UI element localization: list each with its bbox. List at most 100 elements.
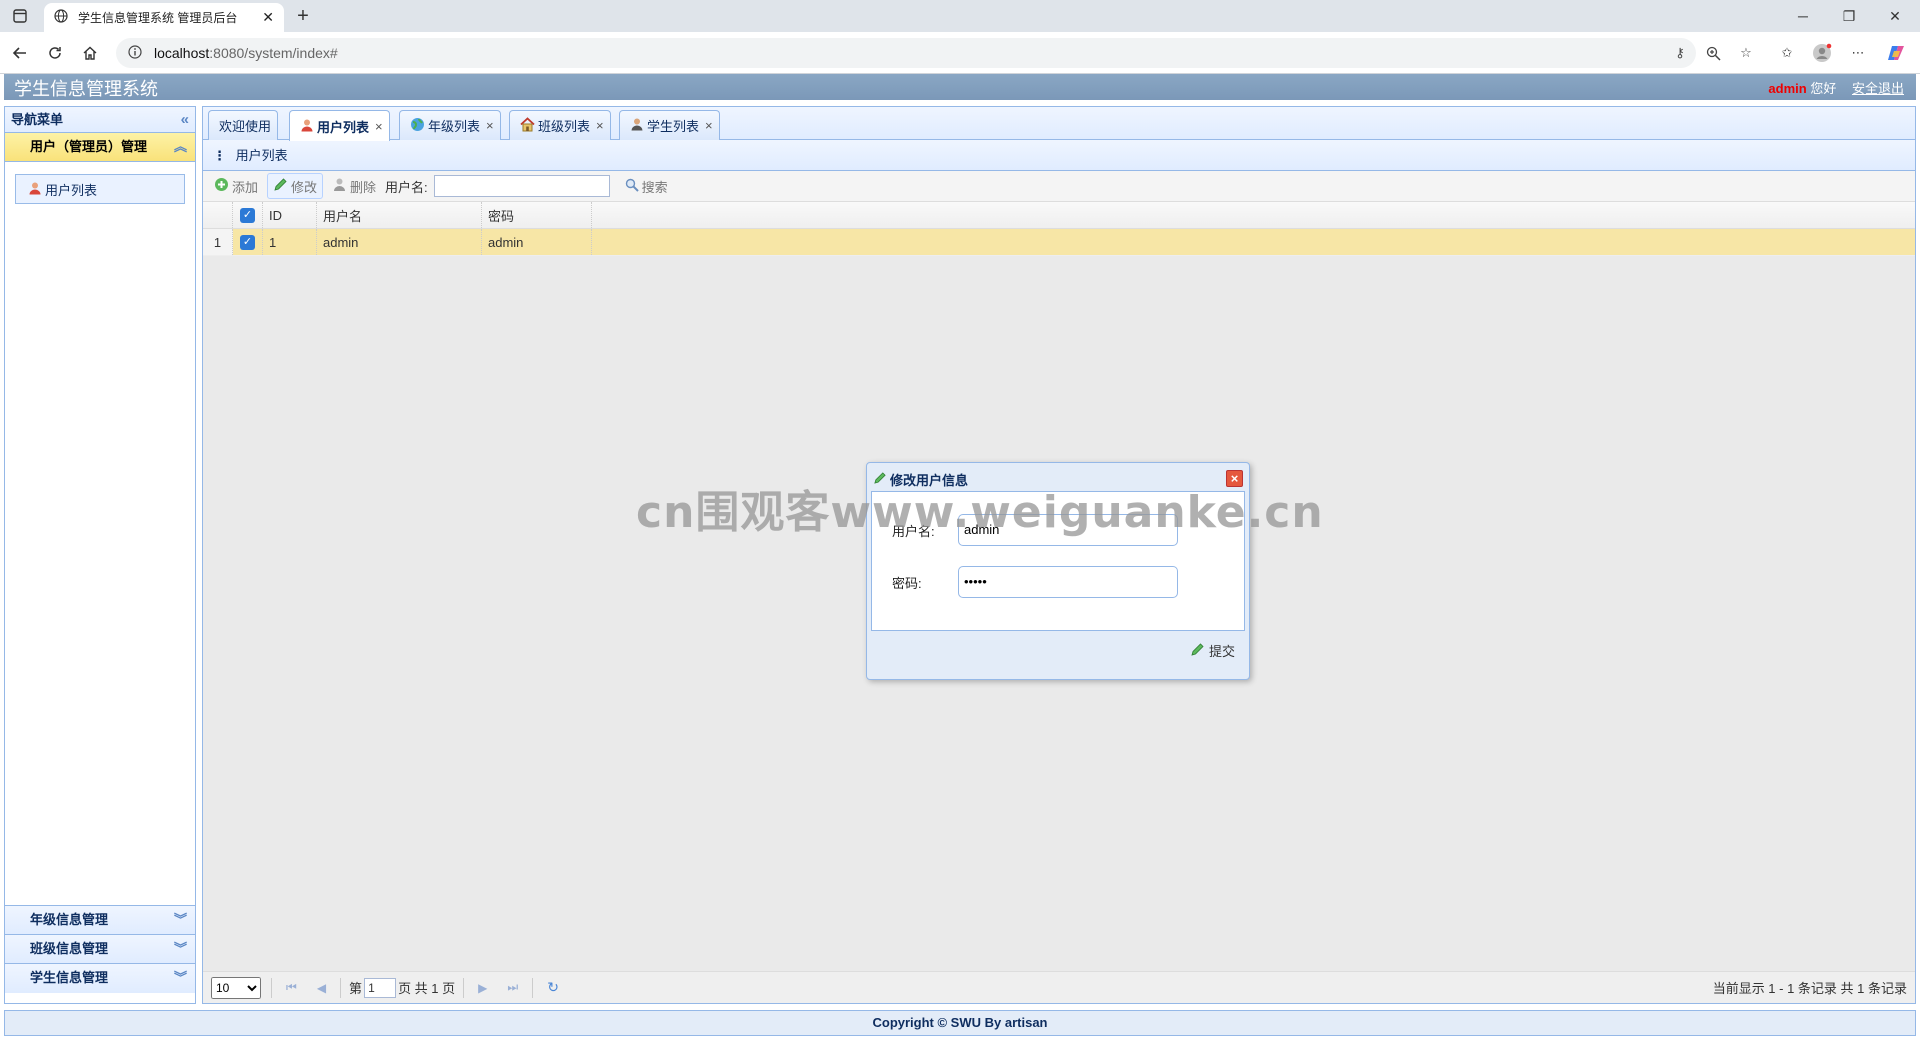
copilot-icon[interactable] [1884, 41, 1908, 65]
cell-id: 1 [263, 229, 317, 255]
profile-avatar-icon[interactable] [1810, 41, 1834, 65]
search-icon [625, 178, 639, 195]
favorite-star-icon[interactable]: ☆ [1734, 41, 1758, 65]
submit-button[interactable]: 提交 [1190, 641, 1235, 660]
edit-button[interactable]: 修改 [267, 173, 324, 199]
column-header-username[interactable]: 用户名 [317, 202, 482, 228]
nav-section-users[interactable]: 用户（管理员）管理 ︽ [5, 133, 195, 162]
row-number: 1 [203, 229, 233, 255]
greeting: 您好 [1810, 81, 1837, 96]
address-bar[interactable]: localhost:8080/system/index# [116, 38, 1696, 68]
url-text: localhost:8080/system/index# [154, 45, 338, 61]
cell-password: admin [482, 229, 592, 255]
minimize-icon[interactable]: ─ [1780, 0, 1826, 32]
restore-icon[interactable]: ❐ [1826, 0, 1872, 32]
tab-user-list[interactable]: 用户列表 × [289, 110, 390, 141]
username-filter-label: 用户名: [385, 179, 428, 195]
browser-tab[interactable]: 学生信息管理系统 管理员后台 ✕ [44, 3, 284, 32]
new-tab-button[interactable]: + [292, 6, 314, 28]
record-info: 当前显示 1 - 1 条记录 共 1 条记录 [1712, 981, 1907, 996]
house-icon [520, 116, 535, 135]
tab-class-list[interactable]: 班级列表 × [509, 110, 611, 140]
user-icon [28, 181, 42, 198]
zoom-icon[interactable] [1701, 41, 1725, 65]
password-row: 密码: ••••• [892, 566, 1178, 598]
globe-icon [54, 9, 68, 26]
logout-link[interactable]: 安全退出 [1852, 81, 1904, 96]
dialog-close-button[interactable]: × [1226, 470, 1243, 487]
key-icon[interactable]: ⚷ [1668, 41, 1692, 65]
chevron-down-icon[interactable]: ︾ [174, 964, 187, 992]
user-table: ✓ ID 用户名 密码 1 ✓ 1 admin admin [203, 202, 1915, 256]
close-tab-icon[interactable]: ✕ [262, 9, 274, 26]
globe-icon [410, 117, 425, 135]
tab-close-icon[interactable]: × [596, 118, 604, 133]
user-icon [300, 118, 314, 135]
tab-close-icon[interactable]: × [375, 119, 383, 134]
search-button[interactable]: 搜索 [620, 173, 673, 199]
dialog-title[interactable]: 修改用户信息 × [871, 467, 1245, 491]
tab-actions-icon[interactable] [8, 5, 32, 27]
nav-item-user-list[interactable]: 用户列表 [15, 174, 185, 204]
nav-section-grade[interactable]: 年级信息管理 ︾ [5, 906, 195, 935]
delete-button[interactable]: 删除 [327, 173, 381, 199]
row-checkbox[interactable]: ✓ [233, 229, 263, 255]
user-info: admin 您好 安全退出 [1768, 78, 1904, 97]
pencil-icon [1190, 642, 1205, 660]
info-icon[interactable] [128, 44, 142, 62]
pencil-icon [873, 471, 887, 488]
favorites-icon[interactable]: ✩ [1775, 41, 1799, 65]
delete-user-icon [332, 177, 347, 195]
add-icon [214, 177, 229, 195]
username-label: 用户名: [892, 523, 935, 539]
table-row[interactable]: 1 ✓ 1 admin admin [203, 229, 1915, 256]
nav-section-student[interactable]: 学生信息管理 ︾ [5, 964, 195, 993]
app-header: 学生信息管理系统 admin 您好 安全退出 [4, 74, 1916, 100]
current-user: admin [1768, 81, 1807, 96]
footer: Copyright © SWU By artisan [4, 1010, 1916, 1036]
password-input[interactable]: ••••• [958, 566, 1178, 598]
next-page-icon[interactable]: ▶ [478, 981, 487, 995]
chevron-down-icon[interactable]: ︾ [174, 935, 187, 963]
column-header-id[interactable]: ID [263, 202, 317, 228]
pencil-icon [273, 177, 288, 195]
page-suffix: 页 共 1 页 [398, 981, 456, 996]
select-all-checkbox[interactable]: ✓ [233, 202, 263, 228]
close-window-icon[interactable]: ✕ [1872, 0, 1918, 32]
first-page-icon[interactable]: ⏮ [286, 980, 297, 995]
page-number-input[interactable]: 1 [364, 977, 397, 998]
app-title: 学生信息管理系统 [14, 79, 158, 99]
tab-student-list[interactable]: 学生列表 × [619, 110, 720, 140]
prev-page-icon[interactable]: ◀ [317, 981, 326, 995]
page-size-select[interactable]: 10 [211, 976, 261, 999]
tab-close-icon[interactable]: × [705, 118, 713, 133]
chevron-down-icon[interactable]: ︾ [174, 906, 187, 934]
browser-navbar: localhost:8080/system/index# ⚷ ☆ ✩ ⋯ [0, 32, 1920, 74]
row-number-header [203, 202, 233, 228]
last-page-icon[interactable]: ⏭ [507, 980, 518, 995]
student-icon [630, 117, 644, 134]
collapse-left-icon[interactable]: « [181, 107, 189, 133]
password-label: 密码: [892, 575, 922, 591]
nav-section-class[interactable]: 班级信息管理 ︾ [5, 935, 195, 964]
edit-user-dialog: 修改用户信息 × 用户名: admin 密码: ••••• 提交 [866, 462, 1250, 680]
tab-close-icon[interactable]: × [486, 118, 494, 133]
username-row: 用户名: admin [892, 514, 1178, 546]
username-input[interactable]: admin [958, 514, 1178, 546]
tab-welcome[interactable]: 欢迎使用 [208, 110, 279, 140]
home-icon[interactable] [78, 41, 102, 65]
username-search-input[interactable] [433, 175, 610, 197]
pagination-bar: 10 ⏮ ◀ 第 1 页 共 1 页 ▶ ⏭ ↻ 当前显示 1 - 1 条记录 … [203, 971, 1915, 1003]
reload-icon[interactable] [43, 41, 67, 65]
add-button[interactable]: 添加 [209, 173, 263, 199]
back-icon[interactable] [8, 41, 32, 65]
more-icon[interactable]: ⋯ [1846, 41, 1870, 65]
dialog-footer: 提交 [871, 631, 1245, 671]
browser-tab-title: 学生信息管理系统 管理员后台 [78, 11, 238, 25]
chevron-up-icon[interactable]: ︽ [174, 133, 187, 161]
nav-title: 导航菜单 « [5, 107, 195, 133]
column-header-password[interactable]: 密码 [482, 202, 592, 228]
refresh-icon[interactable]: ↻ [547, 979, 559, 996]
tab-grade-list[interactable]: 年级列表 × [399, 110, 501, 140]
dialog-body: 用户名: admin 密码: ••••• [871, 491, 1245, 631]
